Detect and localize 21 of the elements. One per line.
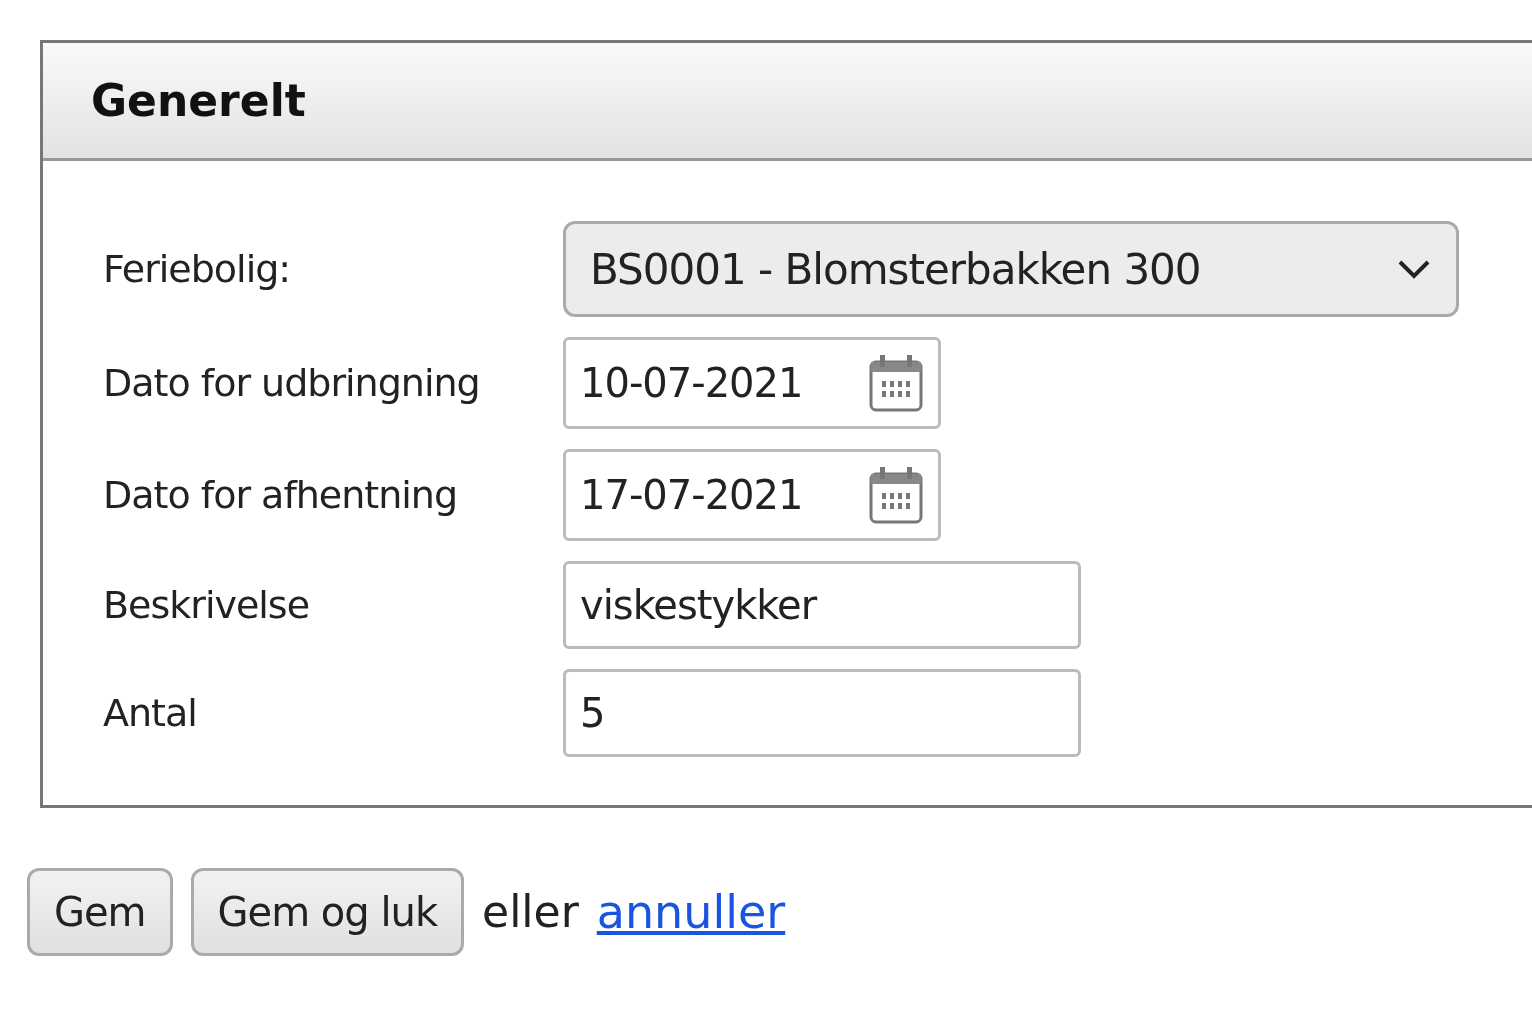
date-field[interactable]: 10-07-2021 [563, 337, 941, 429]
select-dropdown[interactable]: BS0001 - Blomsterbakken 300 [563, 221, 1459, 317]
date-field[interactable]: 17-07-2021 [563, 449, 941, 541]
date-value: 17-07-2021 [580, 471, 803, 520]
input-field[interactable]: viskestykker [563, 561, 1081, 649]
field-label: Beskrivelse [103, 581, 311, 629]
panel-title: Generelt [43, 43, 1532, 161]
field-label: Antal [103, 689, 198, 737]
input-field[interactable]: 5 [563, 669, 1081, 757]
field-label: Feriebolig: [103, 245, 292, 293]
field-label: Dato for afhentning [103, 471, 459, 519]
cancel-link[interactable]: annuller [596, 877, 786, 947]
field-label: Dato for udbringning [103, 359, 481, 407]
date-value: 10-07-2021 [580, 359, 803, 408]
separator-text: eller [482, 885, 579, 939]
calendar-icon[interactable] [868, 353, 924, 413]
calendar-icon[interactable] [868, 465, 924, 525]
selected-value: BS0001 - Blomsterbakken 300 [590, 243, 1201, 296]
save-button[interactable]: Gem og luk [190, 868, 465, 956]
save-button[interactable]: Gem [27, 868, 173, 956]
chevron-icon [1396, 258, 1432, 280]
